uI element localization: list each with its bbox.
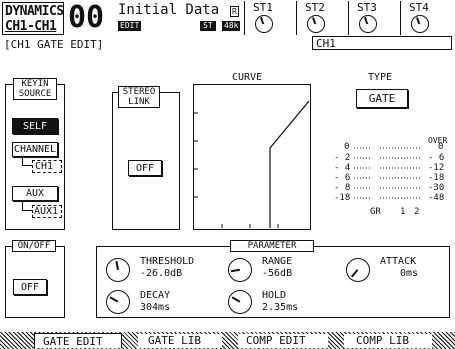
header-title: DYNAMICS CH1-CH1 [2, 2, 64, 35]
meter-right-5: -48 [428, 193, 445, 203]
tab-gate-edit[interactable]: GATE EDIT [34, 333, 122, 348]
channel-tree-line [22, 157, 32, 166]
meter-dots [354, 147, 422, 199]
tab-comp-lib[interactable]: COMP LIB [344, 334, 432, 348]
tab-gate-edit-label: GATE EDIT [43, 335, 103, 348]
stereo-link-title: STEREO LINK [118, 86, 160, 108]
attack-control[interactable]: ATTACK 0ms [346, 256, 446, 282]
st-knob-2-label: ST2 [305, 1, 325, 14]
channel-source-select[interactable]: CH1 [32, 160, 62, 173]
knob-icon [307, 15, 325, 33]
decay-control[interactable]: DECAY 304ms [106, 288, 216, 314]
attack-value: 0ms [400, 268, 419, 279]
st-knob-4-label: ST4 [409, 1, 429, 14]
channel-source-value: CH1 [35, 161, 54, 172]
tab-comp-edit-label: COMP EDIT [246, 334, 306, 347]
stereo-link-title-line1: STEREO [122, 87, 156, 97]
stereo-link-off-button[interactable]: OFF [128, 160, 162, 176]
knob-icon [411, 15, 429, 33]
edit-badge: EDIT [118, 21, 142, 31]
range-label: RANGE [262, 256, 293, 267]
tab-gate-lib[interactable]: GATE LIB [138, 334, 222, 348]
st-badge: ST [200, 21, 216, 31]
self-button[interactable]: SELF [12, 118, 58, 134]
range-knob-icon [228, 258, 252, 282]
type-button[interactable]: GATE [356, 89, 408, 108]
knob-icon [255, 15, 273, 33]
st-knob-1-label: ST1 [253, 1, 273, 14]
on-off-button[interactable]: OFF [13, 279, 47, 295]
st-knob-4[interactable]: ST4 [400, 1, 452, 35]
header-title-line1: DYNAMICS [5, 4, 64, 19]
meter-right-0: 0 [438, 142, 444, 152]
decay-knob-icon [106, 290, 130, 314]
meter-gr-label: GR [370, 207, 381, 217]
page-title: [CH1 GATE EDIT] [4, 38, 104, 51]
r-badge: R [230, 6, 239, 17]
stereo-link-title-line2: LINK [128, 97, 150, 107]
tab-bar: GATE EDIT GATE LIB COMP EDIT COMP LIB [0, 332, 455, 349]
channel-display[interactable]: CH1 [312, 36, 452, 50]
meter-left-5: -18 [334, 193, 351, 203]
parameter-title: PARAMETER [230, 240, 314, 252]
keyin-source-title-line2: SOURCE [18, 89, 52, 99]
aux-button[interactable]: AUX [12, 186, 58, 201]
type-label: TYPE [368, 72, 393, 83]
gate-curve-plot [194, 100, 309, 228]
st-knob-3[interactable]: ST3 [348, 1, 400, 35]
curve-graph [193, 84, 311, 230]
st-knob-3-label: ST3 [357, 1, 377, 14]
meter-left-0: 0 [344, 142, 350, 152]
tab-comp-edit[interactable]: COMP EDIT [238, 334, 328, 348]
decay-label: DECAY [140, 290, 171, 301]
channel-name: CH1 [316, 37, 336, 50]
gr-meter: 0 - 2 - 4 - 6 - 8 -18 0 - 6 -12 -18 -30 … [330, 142, 448, 212]
threshold-control[interactable]: THRESHOLD -26.0dB [106, 256, 216, 282]
curve-label: CURVE [232, 72, 263, 83]
attack-knob-icon [346, 258, 370, 282]
hold-control[interactable]: HOLD 2.35ms [228, 288, 338, 314]
meter-ch2-label: 2 [414, 207, 420, 217]
channel-button[interactable]: CHANNEL [12, 142, 58, 157]
keyin-source-title: KEYIN SOURCE [13, 78, 57, 100]
rate-badge: 48k [222, 21, 241, 31]
range-value: -56dB [262, 268, 293, 279]
hold-knob-icon [228, 290, 252, 314]
tab-gate-lib-label: GATE LIB [148, 334, 201, 347]
threshold-value: -26.0dB [140, 268, 183, 279]
tab-comp-lib-label: COMP LIB [356, 334, 409, 347]
aux-source-select[interactable]: AUX1 [32, 205, 62, 218]
header-title-line2: CH1-CH1 [5, 19, 57, 34]
threshold-knob-icon [106, 258, 130, 282]
hold-value: 2.35ms [262, 302, 299, 313]
scene-name: Initial Data [118, 2, 220, 18]
keyin-source-title-line1: KEYIN [21, 79, 49, 89]
st-knob-group: ST1 ST2 ST3 ST4 [244, 1, 454, 35]
scene-number: 00 [68, 0, 105, 35]
st-knob-1[interactable]: ST1 [244, 1, 296, 35]
hold-label: HOLD [262, 290, 287, 301]
range-control[interactable]: RANGE -56dB [228, 256, 328, 282]
meter-ch1-label: 1 [400, 207, 406, 217]
attack-label: ATTACK [380, 256, 417, 267]
threshold-label: THRESHOLD [140, 256, 195, 267]
decay-value: 304ms [140, 302, 171, 313]
on-off-title: ON/OFF [12, 240, 56, 252]
aux-tree-line [22, 201, 32, 211]
st-knob-2[interactable]: ST2 [296, 1, 348, 35]
aux-source-value: AUX1 [34, 206, 59, 217]
knob-icon [359, 15, 377, 33]
